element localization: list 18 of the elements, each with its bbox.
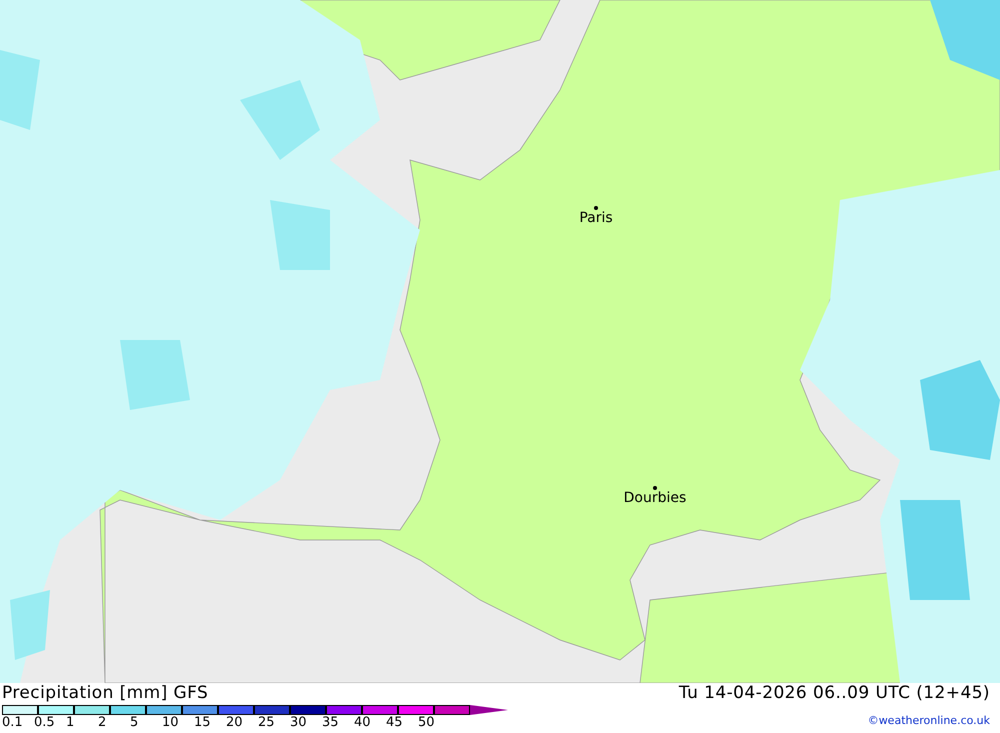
- legend-label: 10: [162, 715, 180, 731]
- legend-label: 20: [226, 715, 244, 731]
- legend-label: 40: [354, 715, 372, 731]
- legend-label: 2: [98, 715, 108, 731]
- city-label: Paris: [578, 210, 614, 226]
- credit-link[interactable]: ©weatheronline.co.uk: [868, 713, 990, 730]
- legend-label: 5: [130, 715, 140, 731]
- legend-label: 15: [194, 715, 212, 731]
- legend-label: 0.5: [34, 715, 56, 731]
- map-title: Precipitation [mm] GFS: [2, 683, 210, 703]
- legend-label: 50: [418, 715, 436, 731]
- legend-arrow-icon: [470, 705, 508, 715]
- valid-time: Tu 14-04-2026 06..09 UTC (12+45): [678, 683, 990, 703]
- legend-label: 35: [322, 715, 340, 731]
- city-label: Dourbies: [622, 490, 688, 506]
- legend-label: 30: [290, 715, 308, 731]
- legend-label: 45: [386, 715, 404, 731]
- legend-label: 25: [258, 715, 276, 731]
